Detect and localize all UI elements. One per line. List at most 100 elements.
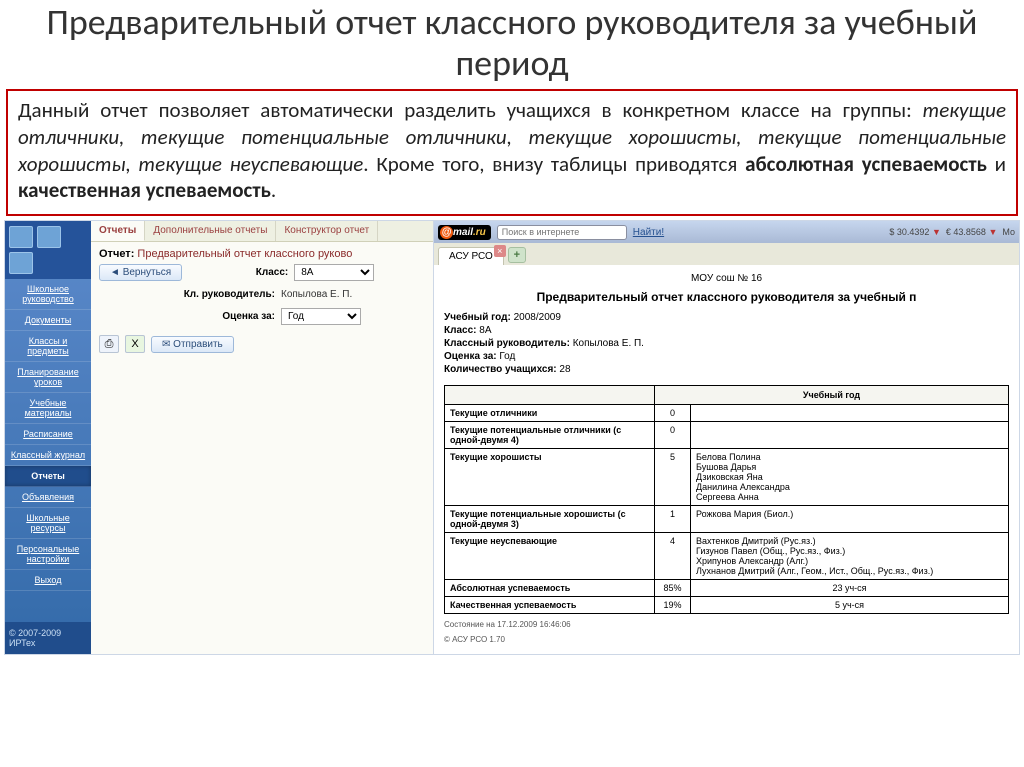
row-label: Текущие неуспевающие [445, 533, 655, 580]
doc-tabs: АСУ РСО × + [434, 243, 1019, 265]
table-row: Текущие потенциальные хорошисты (с одной… [445, 506, 1009, 533]
meta-grade-v: Год [499, 351, 515, 362]
table-row: Абсолютная успеваемость85%23 уч-ся [445, 580, 1009, 597]
row-names: 23 уч-ся [691, 580, 1009, 597]
sidebar-item[interactable]: Персональные настройки [5, 539, 91, 570]
org-name: МОУ сош № 16 [444, 273, 1009, 284]
report-title: Предварительный отчет классного руководи… [444, 290, 1009, 304]
row-label: Текущие потенциальные хорошисты (с одной… [445, 506, 655, 533]
row-names [691, 405, 1009, 422]
meta-teacher-l: Классный руководитель: [444, 338, 570, 349]
class-label: Класс: [188, 267, 288, 278]
grade-for-select[interactable]: Год [281, 308, 361, 325]
new-tab-button[interactable]: + [508, 247, 526, 263]
arrow-down-icon: ▼ [932, 227, 941, 237]
row-label: Текущие отличники [445, 405, 655, 422]
meta-count-l: Количество учащихся: [444, 364, 557, 375]
send-button[interactable]: ✉ Отправить [151, 336, 234, 353]
teacher-label: Кл. руководитель: [175, 289, 275, 300]
table-row: Текущие неуспевающие4Вахтенков Дмитрий (… [445, 533, 1009, 580]
sidebar-item[interactable]: Отчеты [5, 466, 91, 487]
row-names: Белова Полина Бушова Дарья Дзиковская Ян… [691, 449, 1009, 506]
meta-count-v: 28 [559, 364, 570, 375]
footnote-copyright: © АСУ РСО 1.70 [444, 635, 1009, 644]
meta-class-v: 8А [479, 325, 491, 336]
slide-title: Предварительный отчет классного руководи… [0, 0, 1024, 89]
table-row: Качественная успеваемость19%5 уч-ся [445, 597, 1009, 614]
browser-toolbar: @@mailmail.ru Найти! $ 30.4392 ▼ € 43.85… [434, 221, 1019, 243]
description-callout: Данный отчет позволяет автоматически раз… [6, 89, 1018, 217]
tabs-row: ОтчетыДополнительные отчетыКонструктор о… [91, 221, 433, 242]
table-row: Текущие потенциальные отличники (с одной… [445, 422, 1009, 449]
doc-tab-label: АСУ РСО [449, 251, 493, 262]
doc-tab[interactable]: АСУ РСО × [438, 247, 504, 265]
row-label: Качественная успеваемость [445, 597, 655, 614]
row-count: 0 [655, 405, 691, 422]
sidebar-item[interactable]: Классы и предметы [5, 331, 91, 362]
report-heading: Отчет: Предварительный отчет классного р… [91, 242, 433, 260]
callout-and: и [987, 151, 1006, 177]
row-count: 4 [655, 533, 691, 580]
report-name: Предварительный отчет классного руково [137, 248, 352, 260]
report-document: МОУ сош № 16 Предварительный отчет класс… [434, 265, 1019, 654]
help-icon[interactable] [37, 226, 61, 248]
row-count: 0 [655, 422, 691, 449]
sidebar: Школьное руководствоДокументыКлассы и пр… [5, 221, 91, 654]
search-button[interactable]: Найти! [633, 227, 664, 238]
row-names: Рожкова Мария (Биол.) [691, 506, 1009, 533]
sidebar-item[interactable]: Выход [5, 570, 91, 591]
excel-icon[interactable]: X [125, 335, 145, 353]
home-icon[interactable] [9, 226, 33, 248]
callout-bold-1: абсолютная успеваемость [745, 151, 987, 177]
sidebar-item[interactable]: Планирование уроков [5, 362, 91, 393]
row-names: Вахтенков Дмитрий (Рус.яз.) Гизунов Паве… [691, 533, 1009, 580]
sidebar-item[interactable]: Расписание [5, 424, 91, 445]
footnote-date: Состояние на 17.12.2009 16:46:06 [444, 620, 1009, 629]
back-button-label: Вернуться [123, 267, 172, 278]
grade-for-label: Оценка за: [175, 311, 275, 322]
rate-eur: € 43.8568 [946, 227, 986, 237]
logout-icon[interactable] [9, 252, 33, 274]
callout-bold-2: качественная успеваемость [18, 177, 271, 203]
sidebar-item[interactable]: Классный журнал [5, 445, 91, 466]
arrow-down-icon: ▼ [988, 227, 997, 237]
meta-year-v: 2008/2009 [514, 312, 561, 323]
callout-dot: . [271, 177, 276, 203]
tab[interactable]: Отчеты [91, 221, 145, 241]
currency-rates: $ 30.4392 ▼ € 43.8568 ▼ Мо [889, 227, 1015, 237]
sidebar-item[interactable]: Школьные ресурсы [5, 508, 91, 539]
sidebar-item[interactable]: Учебные материалы [5, 393, 91, 424]
app-window-left: Школьное руководствоДокументыКлассы и пр… [4, 220, 434, 655]
callout-text-2: . Кроме того, внизу таблицы приводятся [363, 151, 745, 177]
sidebar-item[interactable]: Документы [5, 310, 91, 331]
table-row: Текущие отличники0 [445, 405, 1009, 422]
mailru-logo: @@mailmail.ru [438, 225, 491, 240]
callout-text-1: Данный отчет позволяет автоматически раз… [18, 97, 923, 123]
sidebar-footer: © 2007-2009 ИРТех [5, 622, 91, 654]
row-label: Абсолютная успеваемость [445, 580, 655, 597]
search-input[interactable] [497, 225, 627, 240]
sidebar-top-icons [5, 221, 91, 279]
row-names: 5 уч-ся [691, 597, 1009, 614]
rate-usd: $ 30.4392 [889, 227, 929, 237]
sidebar-item[interactable]: Объявления [5, 487, 91, 508]
row-count: 85% [655, 580, 691, 597]
meta-year-l: Учебный год: [444, 312, 511, 323]
class-select[interactable]: 8А [294, 264, 374, 281]
report-label: Отчет: [99, 248, 134, 260]
table-row: Текущие хорошисты5Белова Полина Бушова Д… [445, 449, 1009, 506]
tab[interactable]: Конструктор отчет [276, 221, 378, 241]
mail-link[interactable]: Мо [1002, 227, 1015, 237]
meta-class-l: Класс: [444, 325, 476, 336]
report-preview-window: @@mailmail.ru Найти! $ 30.4392 ▼ € 43.85… [434, 220, 1020, 655]
tab[interactable]: Дополнительные отчеты [145, 221, 276, 241]
close-icon[interactable]: × [494, 245, 506, 257]
back-button[interactable]: ◄ Вернуться [99, 264, 182, 281]
sidebar-item[interactable]: Школьное руководство [5, 279, 91, 310]
send-button-label: Отправить [173, 339, 223, 350]
row-count: 19% [655, 597, 691, 614]
row-count: 1 [655, 506, 691, 533]
left-body: ОтчетыДополнительные отчетыКонструктор о… [91, 221, 433, 654]
row-label: Текущие потенциальные отличники (с одной… [445, 422, 655, 449]
print-icon[interactable]: ⎙ [99, 335, 119, 353]
